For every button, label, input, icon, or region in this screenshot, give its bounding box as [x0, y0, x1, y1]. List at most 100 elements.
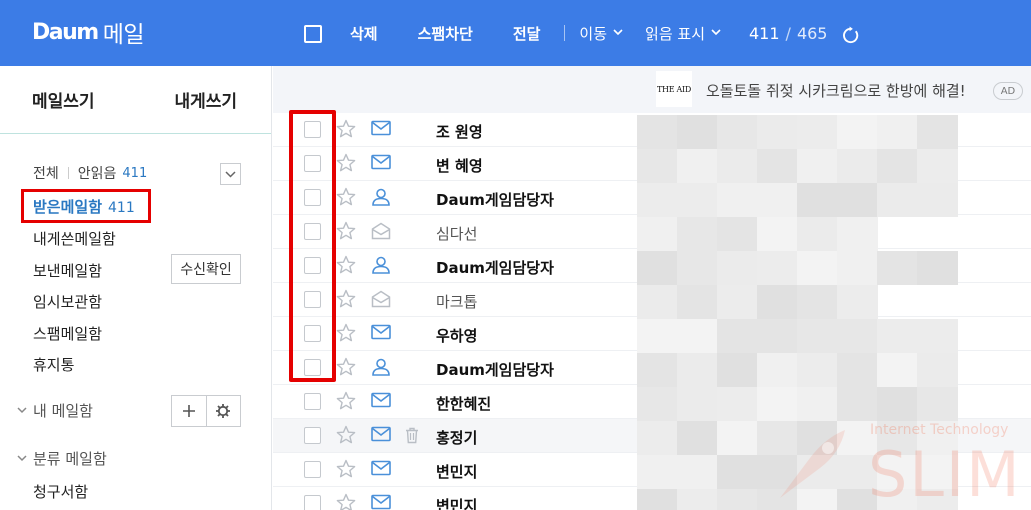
mail-sender[interactable]: 심다선: [436, 223, 477, 244]
ad-banner[interactable]: THE AID 오돌토돌 쥐젖 시카크림으로 한방에 해결! AD: [273, 66, 1031, 113]
redaction-block: [877, 183, 918, 217]
sidebar-item-drafts[interactable]: 임시보관함: [33, 291, 102, 312]
star-icon[interactable]: [336, 153, 356, 177]
star-icon[interactable]: [336, 119, 356, 143]
star-icon[interactable]: [336, 493, 356, 510]
sidebar-item-to-self[interactable]: 내게쓴메일함: [33, 228, 116, 249]
filter-unread[interactable]: 안읽음: [78, 163, 117, 183]
star-icon[interactable]: [336, 323, 356, 347]
filter-all[interactable]: 전체: [33, 163, 59, 183]
redaction-block: [757, 285, 798, 319]
redaction-block: [797, 183, 838, 217]
redaction-block: [717, 115, 758, 149]
mail-sender[interactable]: 마크톱: [436, 291, 477, 312]
chevron-down-icon: [711, 28, 721, 35]
mail-sender[interactable]: 홍정기: [436, 427, 477, 448]
redaction-block: [637, 421, 678, 455]
redaction-block: [917, 251, 958, 285]
redaction-block: [677, 251, 718, 285]
redaction-block: [917, 489, 958, 510]
redaction-block: [677, 353, 718, 387]
chevron-down-icon: [225, 170, 236, 178]
mail-count: 411/465: [749, 24, 827, 43]
redacted-subjects: [637, 115, 958, 510]
star-icon[interactable]: [336, 289, 356, 313]
redaction-block: [797, 455, 838, 489]
redaction-block: [757, 387, 798, 421]
sidebar-item-trash[interactable]: 휴지통: [33, 354, 74, 375]
mailbox-settings-button[interactable]: [207, 396, 241, 426]
my-mailboxes-toggle[interactable]: 내 메일함: [17, 400, 93, 421]
category-mailboxes-toggle[interactable]: 분류 메일함: [17, 448, 107, 469]
redaction-block: [797, 251, 838, 285]
mail-sender[interactable]: 변민지: [436, 495, 477, 510]
add-mailbox-button[interactable]: [172, 396, 207, 426]
redaction-block: [757, 319, 798, 353]
star-icon[interactable]: [336, 391, 356, 415]
redaction-block: [837, 183, 878, 217]
category-mailboxes-label: 분류 메일함: [33, 450, 107, 468]
envelope-icon: [371, 392, 391, 412]
redaction-block: [677, 319, 718, 353]
star-icon[interactable]: [336, 221, 356, 245]
sidebar-item-sent[interactable]: 보낸메일함: [33, 260, 102, 281]
chevron-down-icon: [613, 28, 623, 35]
mail-sender[interactable]: 한한혜진: [436, 393, 491, 414]
envelope-icon: [371, 494, 391, 510]
read-mark-label: 읽음 표시: [645, 24, 705, 43]
star-icon[interactable]: [336, 187, 356, 211]
mail-checkbox[interactable]: [304, 495, 321, 510]
mail-sender[interactable]: 변민지: [436, 461, 477, 482]
mail-sender[interactable]: 변 혜영: [436, 155, 483, 176]
mail-count-separator: /: [785, 23, 791, 43]
read-receipt-button[interactable]: 수신확인: [171, 254, 241, 284]
spam-block-button[interactable]: 스팸차단: [418, 23, 473, 44]
compose-button[interactable]: 메일쓰기: [0, 66, 135, 133]
redaction-block: [877, 319, 918, 353]
star-icon[interactable]: [336, 357, 356, 381]
redaction-block: [677, 421, 718, 455]
redaction-block: [637, 217, 678, 251]
redaction-block: [837, 455, 878, 489]
move-dropdown[interactable]: 이동: [579, 23, 623, 44]
mail-sender[interactable]: 조 원영: [436, 121, 483, 142]
mailbox-actions: [171, 395, 241, 427]
person-icon: [371, 188, 391, 210]
redaction-block: [917, 149, 958, 183]
mail-checkbox[interactable]: [304, 427, 321, 444]
ad-text[interactable]: 오돌토돌 쥐젖 시카크림으로 한방에 해결!: [706, 80, 966, 101]
read-mark-dropdown[interactable]: 읽음 표시: [645, 23, 721, 44]
star-icon[interactable]: [336, 425, 356, 449]
redaction-block: [917, 319, 958, 353]
sidebar-item-spam[interactable]: 스팸메일함: [33, 323, 102, 344]
mail-checkbox[interactable]: [304, 393, 321, 410]
mail-sender[interactable]: 우하영: [436, 325, 477, 346]
person-icon: [371, 358, 391, 380]
mail-toolbar: 삭제 스팸차단 전달 이동 읽음 표시 411/465: [304, 0, 860, 66]
select-all-checkbox[interactable]: [304, 25, 322, 43]
delete-button[interactable]: 삭제: [350, 23, 378, 44]
redaction-block: [637, 251, 678, 285]
sidebar-item-billing[interactable]: 청구서함: [33, 481, 88, 502]
open-envelope-icon: [371, 222, 391, 244]
redaction-block: [637, 149, 678, 183]
star-icon[interactable]: [336, 255, 356, 279]
redaction-block: [837, 251, 878, 285]
daum-mail-logo[interactable]: Daum 메일: [32, 16, 145, 49]
redaction-block: [677, 217, 718, 251]
redaction-block: [637, 115, 678, 149]
redaction-block: [837, 387, 878, 421]
redaction-block: [917, 421, 958, 455]
forward-button[interactable]: 전달: [513, 23, 541, 44]
mail-sender[interactable]: Daum게임담당자: [436, 189, 554, 210]
star-icon[interactable]: [336, 459, 356, 483]
filter-expand-button[interactable]: [220, 163, 241, 185]
mail-sender[interactable]: Daum게임담당자: [436, 359, 554, 380]
write-to-self-button[interactable]: 내게쓰기: [135, 66, 272, 133]
redaction-block: [837, 285, 878, 319]
mail-sender[interactable]: Daum게임담당자: [436, 257, 554, 278]
sidebar-item-label: 내게쓴메일함: [33, 230, 116, 248]
trash-icon[interactable]: [404, 427, 420, 448]
refresh-icon[interactable]: [841, 25, 860, 45]
mail-checkbox[interactable]: [304, 461, 321, 478]
